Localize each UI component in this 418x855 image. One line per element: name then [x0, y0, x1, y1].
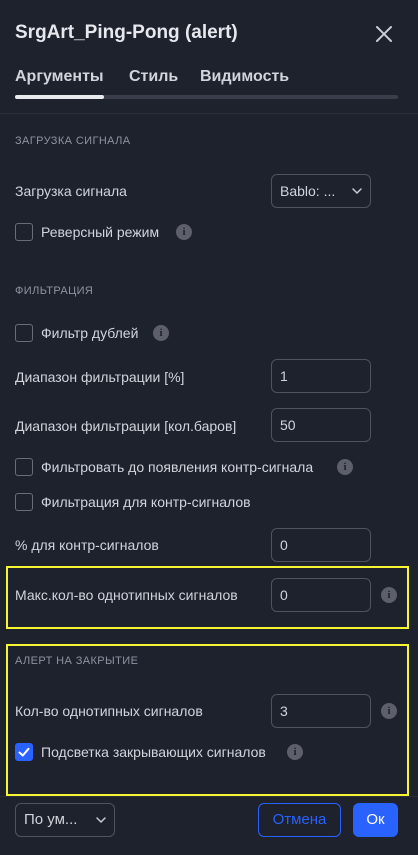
- filter-until-counter-label: Фильтровать до появления контр-сигнала: [41, 459, 314, 475]
- signal-load-value: Bablo: ...: [280, 183, 336, 199]
- counter-pct-label: % для контр-сигналов: [15, 537, 159, 553]
- max-same-label: Макс.кол-во однотипных сигналов: [15, 587, 238, 603]
- filter-range-pct-label: Диапазон фильтрации [%]: [15, 369, 185, 385]
- same-count-input[interactable]: 3: [271, 694, 371, 728]
- filter-range-bars-input[interactable]: 50: [271, 408, 371, 442]
- filter-range-pct-input[interactable]: 1: [271, 359, 371, 393]
- same-count-label: Кол-во однотипных сигналов: [15, 703, 203, 719]
- tab-visibility[interactable]: Видимость: [200, 68, 289, 86]
- filter-dupes-checkbox[interactable]: [15, 324, 33, 342]
- reverse-mode-checkbox[interactable]: [15, 223, 33, 241]
- tab-style[interactable]: Стиль: [129, 68, 178, 86]
- counter-pct-input[interactable]: 0: [271, 528, 371, 562]
- highlight-closing-label: Подсветка закрывающих сигналов: [41, 744, 266, 760]
- section-filter-heading: ФИЛЬТРАЦИЯ: [15, 285, 94, 297]
- info-icon[interactable]: i: [287, 744, 303, 760]
- close-icon[interactable]: [372, 22, 396, 46]
- filter-counter-label: Фильтрация для контр-сигналов: [41, 494, 251, 510]
- reverse-mode-label: Реверсный режим: [41, 224, 160, 240]
- section-close-alert-heading: АЛЕРТ НА ЗАКРЫТИЕ: [15, 655, 139, 667]
- ok-button[interactable]: Ок: [353, 803, 398, 837]
- highlight-closing-checkbox[interactable]: [15, 743, 33, 761]
- defaults-dropdown[interactable]: По ум...: [15, 803, 115, 837]
- info-icon[interactable]: i: [381, 587, 397, 603]
- filter-counter-checkbox[interactable]: [15, 493, 33, 511]
- filter-until-counter-checkbox[interactable]: [15, 458, 33, 476]
- chevron-down-icon: [96, 817, 106, 824]
- chevron-down-icon: [352, 188, 362, 195]
- max-same-input[interactable]: 0: [271, 578, 371, 612]
- tab-active-indicator: [15, 95, 104, 99]
- filter-dupes-label: Фильтр дублей: [41, 325, 139, 341]
- header-divider: [0, 113, 418, 114]
- cancel-button[interactable]: Отмена: [258, 803, 341, 837]
- info-icon[interactable]: i: [176, 224, 192, 240]
- info-icon[interactable]: i: [153, 325, 169, 341]
- defaults-dropdown-label: По ум...: [24, 811, 78, 828]
- footer-divider: [0, 796, 418, 797]
- checkmark-icon: [18, 747, 30, 757]
- filter-range-bars-label: Диапазон фильтрации [кол.баров]: [15, 418, 237, 434]
- info-icon[interactable]: i: [381, 703, 397, 719]
- signal-load-select[interactable]: Bablo: ...: [271, 174, 371, 208]
- tab-arguments[interactable]: Аргументы: [15, 68, 104, 86]
- section-signal-heading: ЗАГРУЗКА СИГНАЛА: [15, 135, 131, 147]
- info-icon[interactable]: i: [337, 459, 353, 475]
- dialog-title: SrgArt_Ping-Pong (alert): [15, 22, 238, 43]
- signal-load-label: Загрузка сигнала: [15, 183, 127, 199]
